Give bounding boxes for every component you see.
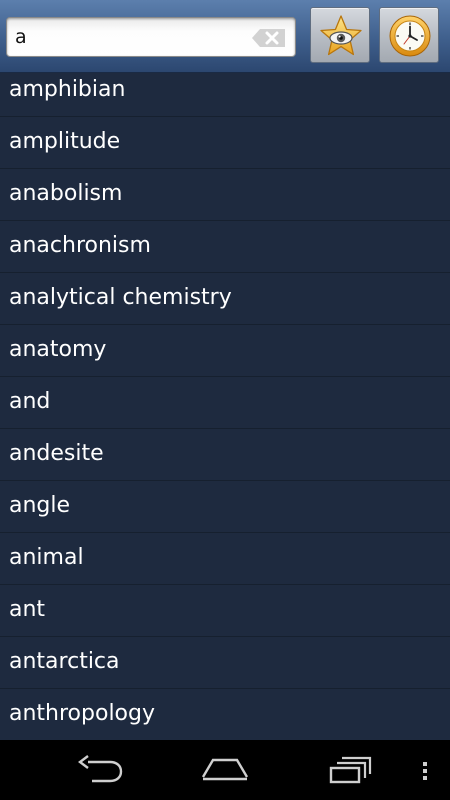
list-item[interactable]: amplitude [0, 117, 450, 169]
word-label: anabolism [9, 181, 123, 206]
word-label: anachronism [9, 233, 151, 258]
home-button[interactable] [200, 752, 250, 788]
list-item[interactable]: angle [0, 481, 450, 533]
clear-text-icon[interactable] [251, 28, 287, 48]
recent-apps-button[interactable] [328, 752, 374, 788]
list-item[interactable]: anatomy [0, 325, 450, 377]
word-label: ant [9, 597, 46, 622]
list-item[interactable]: anachronism [0, 221, 450, 273]
search-input[interactable] [15, 23, 245, 51]
list-item[interactable]: antarctica [0, 637, 450, 689]
search-box[interactable] [6, 17, 296, 57]
clock-icon [389, 15, 431, 57]
overflow-menu-icon [423, 762, 427, 780]
list-item[interactable]: amphibian [0, 65, 450, 117]
favorites-button[interactable] [310, 7, 370, 63]
list-item[interactable]: andesite [0, 429, 450, 481]
word-label: andesite [9, 441, 104, 466]
word-label: analytical chemistry [9, 285, 232, 310]
word-label: anatomy [9, 337, 107, 362]
word-label: angle [9, 493, 71, 518]
list-item[interactable]: ant [0, 585, 450, 637]
system-navigation-bar [0, 740, 450, 800]
list-item[interactable]: and [0, 377, 450, 429]
word-label: anthropology [9, 701, 155, 726]
overflow-menu-button[interactable] [418, 752, 432, 788]
word-label: amphibian [9, 77, 126, 102]
back-button[interactable] [76, 752, 124, 788]
word-label: amplitude [9, 129, 121, 154]
list-item[interactable]: analytical chemistry [0, 273, 450, 325]
back-icon [78, 755, 123, 783]
word-label: antarctica [9, 649, 120, 674]
recent-apps-icon [329, 756, 372, 784]
word-label: animal [9, 545, 84, 570]
home-icon [201, 758, 249, 781]
search-header [0, 0, 450, 73]
history-button[interactable] [379, 7, 439, 63]
word-list[interactable]: amphibian amplitude anabolism anachronis… [0, 65, 450, 740]
list-item[interactable]: animal [0, 533, 450, 585]
list-item[interactable]: anabolism [0, 169, 450, 221]
star-eye-icon [320, 15, 362, 56]
list-item[interactable]: anthropology [0, 689, 450, 740]
word-label: and [9, 389, 51, 414]
app-screen: amphibian amplitude anabolism anachronis… [0, 0, 450, 800]
